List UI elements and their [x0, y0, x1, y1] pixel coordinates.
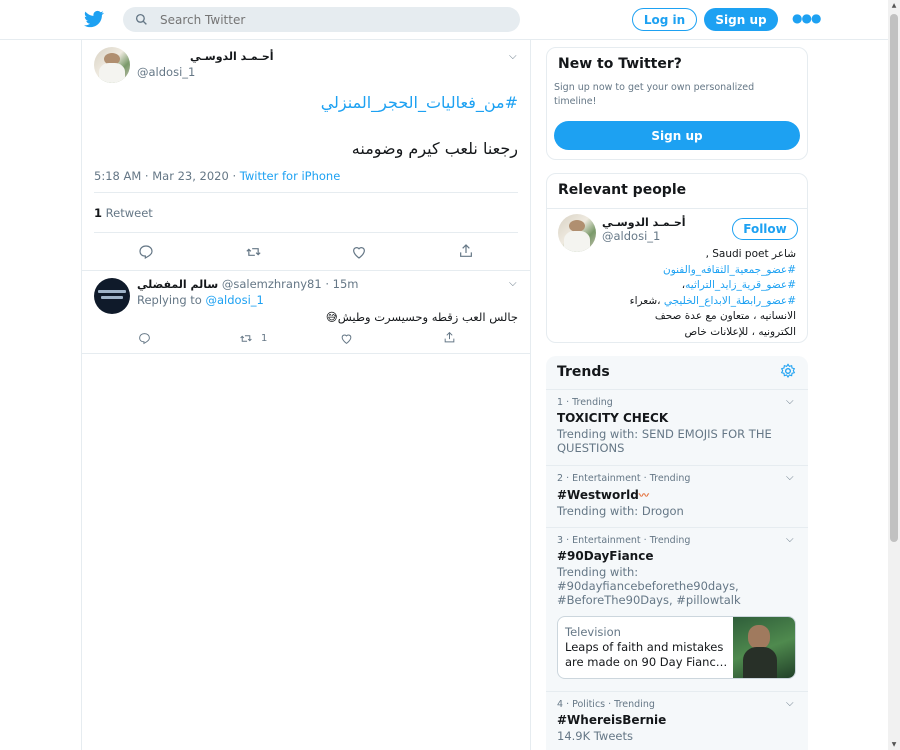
scrollbar-thumb[interactable] — [890, 14, 898, 542]
search-icon — [135, 13, 147, 25]
share-icon[interactable] — [458, 243, 474, 259]
tweet-author-name[interactable]: أحـمـد الدوسـي — [190, 50, 274, 63]
person-avatar[interactable] — [558, 214, 596, 252]
new-to-twitter-subtitle: Sign up now to get your own personalized… — [554, 82, 755, 107]
trend-name-row[interactable]: #Westworld〰 — [557, 487, 797, 502]
chevron-down-icon[interactable]: ⌵ — [509, 278, 517, 289]
trend-item[interactable]: 1 · Trending TOXICITY CHECK Trending wit… — [546, 390, 808, 466]
signup-button[interactable]: Sign up — [704, 8, 778, 31]
retweet-icon[interactable] — [245, 244, 262, 260]
chevron-down-icon[interactable]: ⌵ — [786, 534, 794, 545]
media-card-text: Leaps of faith and mistakes are made on … — [565, 640, 728, 669]
retweet-count-label: Retweet — [105, 206, 153, 220]
scroll-down-arrow-icon[interactable]: ▼ — [890, 741, 898, 749]
trend-name[interactable]: #90DayFiance — [557, 549, 797, 563]
divider — [82, 353, 530, 354]
chevron-down-icon[interactable]: ⌵ — [786, 472, 794, 483]
reply-icon[interactable] — [138, 244, 154, 260]
divider — [94, 192, 518, 193]
trends-panel: Trends 1 · Trending TOXICITY CHECK Trend… — [546, 356, 808, 750]
divider — [94, 232, 518, 233]
top-bar: Log in Sign up ●●● — [0, 0, 888, 40]
tweet-author-handle[interactable]: @aldosi_1 — [137, 65, 195, 79]
westworld-emoji-icon: 〰 — [638, 491, 649, 502]
bio-hashtag[interactable]: #عضو_رابطة_الابداع_الخليجي — [664, 295, 796, 307]
person-name[interactable]: أحـمـد الدوسـي — [602, 216, 686, 229]
reply-text: جالس العب زقطه وحسيسرت وطيش😅 — [325, 310, 518, 324]
login-button[interactable]: Log in — [632, 8, 697, 31]
trend-item[interactable]: 3 · Entertainment · Trending #90DayFianc… — [546, 528, 808, 692]
replying-to-label: Replying to — [137, 293, 202, 307]
trend-meta: 2 · Entertainment · Trending — [557, 473, 691, 484]
dot-separator: · — [232, 169, 240, 183]
tweet-hashtag[interactable]: #من_فعاليات_الحجر_المنزلي — [321, 93, 518, 112]
relevant-people-title: Relevant people — [558, 182, 687, 198]
trend-meta: 1 · Trending — [557, 397, 613, 408]
bio-line: #عضو_قرية_زايد_التراثيه، — [596, 278, 796, 294]
reply-header: سالم المفضلي @salemzhrany81 · 15m — [137, 277, 359, 291]
reply-icon[interactable] — [138, 332, 151, 345]
bio-hashtag[interactable]: #عضو_جمعية_الثقافه_والفنون — [596, 263, 796, 279]
trend-sub: Trending with: #90dayfiancebeforethe90da… — [557, 565, 741, 607]
replying-to: Replying to @aldosi_1 — [137, 293, 264, 307]
trend-meta: 4 · Politics · Trending — [557, 699, 655, 710]
tweet-source[interactable]: Twitter for iPhone — [240, 169, 341, 183]
follow-button[interactable]: Follow — [732, 218, 798, 240]
retweet-icon[interactable] — [239, 332, 253, 345]
retweet-count: 1 — [94, 206, 103, 220]
divider — [82, 270, 530, 271]
reply-retweet-count: 1 — [261, 333, 268, 344]
bio-text: ،شعراء — [629, 294, 661, 307]
relevant-people-card: Relevant people أحـمـد الدوسـي @aldosi_1… — [546, 173, 808, 343]
person-handle[interactable]: @aldosi_1 — [602, 229, 660, 243]
timeline-column: أحـمـد الدوسـي @aldosi_1 ⌵ #من_فعاليات_ا… — [81, 40, 531, 750]
avatar[interactable] — [94, 47, 130, 83]
trend-sub: 14.9K Tweets — [557, 729, 633, 743]
reply-author-name[interactable]: سالم المفضلي — [137, 278, 218, 291]
search-input[interactable] — [160, 12, 490, 27]
trend-media-card[interactable]: Television Leaps of faith and mistakes a… — [557, 616, 796, 679]
bio-line: الانسانيه ، متعاون مع عدة صحف — [654, 310, 796, 322]
trend-name[interactable]: #Westworld — [557, 488, 639, 502]
more-icon[interactable]: ●●● — [792, 11, 821, 25]
twitter-logo-icon[interactable] — [84, 9, 104, 29]
tweet-text: رجعنا نلعب كيرم وضومنه — [351, 139, 518, 158]
trend-name[interactable]: #WhereisBernie — [557, 713, 797, 727]
share-icon[interactable] — [443, 331, 456, 344]
reply-avatar[interactable] — [94, 278, 130, 314]
reply-author-handle[interactable]: @salemzhrany81 — [222, 277, 322, 291]
new-to-twitter-title: New to Twitter? — [558, 56, 682, 72]
chevron-down-icon[interactable]: ⌵ — [786, 698, 794, 709]
bio-line: الكترونيه ، للإعلانات خاص — [684, 325, 796, 338]
media-card-category: Television — [565, 625, 621, 639]
trend-sub: Trending with: Drogon — [557, 504, 684, 518]
trend-sub: Trending with: SEND EMOJIS FOR THE QUEST… — [557, 427, 772, 455]
reply-time[interactable]: · 15m — [325, 277, 358, 291]
search-box[interactable] — [123, 7, 520, 32]
person-bio: شاعر Saudi poet , #عضو_جمعية_الثقافه_وال… — [596, 247, 796, 340]
new-to-twitter-card: New to Twitter? Sign up now to get your … — [546, 47, 808, 160]
trend-name[interactable]: TOXICITY CHECK — [557, 411, 797, 425]
timestamp-text[interactable]: 5:18 AM · Mar 23, 2020 — [94, 169, 229, 183]
trend-item[interactable]: 2 · Entertainment · Trending #Westworld〰… — [546, 466, 808, 528]
retweet-stats[interactable]: 1 Retweet — [94, 206, 153, 220]
chevron-down-icon[interactable]: ⌵ — [786, 396, 794, 407]
signup-card-button[interactable]: Sign up — [554, 121, 800, 150]
divider — [547, 208, 807, 209]
media-card-thumbnail — [733, 617, 795, 678]
scroll-up-arrow-icon[interactable]: ▲ — [890, 2, 898, 10]
chevron-down-icon[interactable]: ⌵ — [509, 51, 517, 62]
bio-line: شاعر Saudi poet , — [705, 248, 796, 260]
replying-to-handle[interactable]: @aldosi_1 — [206, 293, 264, 307]
gear-icon[interactable] — [780, 363, 796, 379]
trend-item[interactable]: 4 · Politics · Trending #WhereisBernie 1… — [546, 692, 808, 750]
bio-hashtag[interactable]: #عضو_قرية_زايد_التراثيه — [685, 279, 796, 291]
like-icon[interactable] — [340, 332, 353, 345]
tweet-timestamp[interactable]: 5:18 AM · Mar 23, 2020 · Twitter for iPh… — [94, 169, 340, 183]
trends-title: Trends — [557, 364, 610, 380]
trend-meta: 3 · Entertainment · Trending — [557, 535, 691, 546]
like-icon[interactable] — [351, 244, 367, 260]
bio-line: #عضو_رابطة_الابداع_الخليجي ،شعراء — [596, 294, 796, 310]
